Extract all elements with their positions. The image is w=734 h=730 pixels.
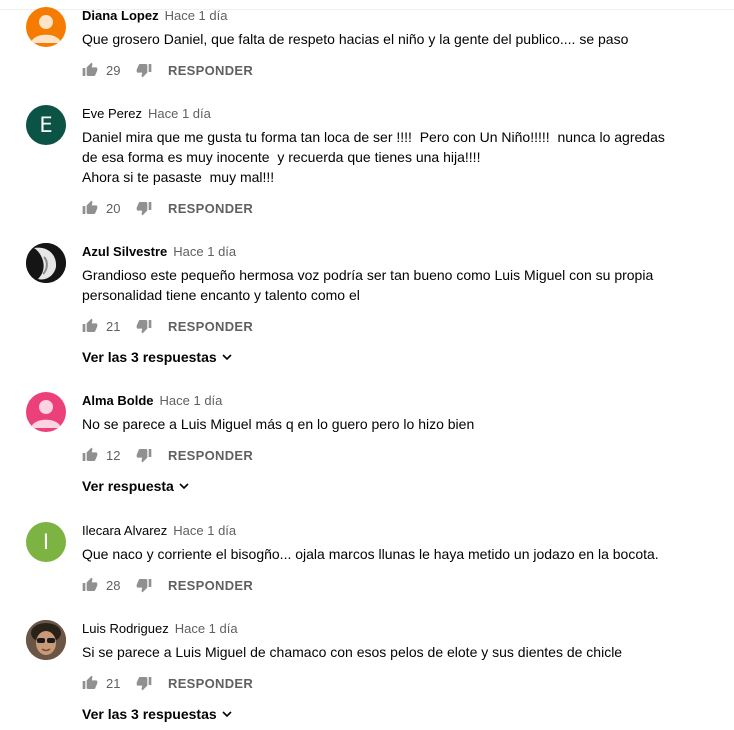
view-replies-button[interactable]: Ver respuesta xyxy=(82,478,190,494)
chevron-down-icon xyxy=(222,354,232,361)
view-replies-button[interactable]: Ver las 3 respuestas xyxy=(82,706,233,722)
comment-line: de esa forma es muy inocente y recuerda … xyxy=(82,149,481,165)
comment-header: Ilecara Alvarez Hace 1 día xyxy=(82,523,236,538)
comment-line: personalidad tiene encanto y talento com… xyxy=(82,287,360,303)
comment-text: No se parece a Luis Miguel más q en lo g… xyxy=(82,416,475,432)
like-count: 20 xyxy=(106,200,121,216)
avatar-letter: I xyxy=(42,530,50,554)
view-replies-label: Ver respuesta xyxy=(82,478,174,494)
reply-button[interactable]: RESPONDER xyxy=(168,448,253,463)
comment-header: Eve Perez Hace 1 día xyxy=(82,106,211,121)
like-count: 12 xyxy=(106,447,121,463)
avatar[interactable] xyxy=(26,620,66,660)
thumb-up-icon[interactable] xyxy=(82,200,98,216)
avatar[interactable] xyxy=(26,7,66,47)
thumb-up-icon[interactable] xyxy=(82,318,98,334)
avatar[interactable]: I xyxy=(26,522,66,562)
comment-header: Diana Lopez Hace 1 día xyxy=(82,8,227,23)
comment-time[interactable]: Hace 1 día xyxy=(175,621,238,636)
reply-button[interactable]: RESPONDER xyxy=(168,676,253,691)
thumb-up-icon[interactable] xyxy=(82,62,98,78)
author-name[interactable]: Eve Perez xyxy=(82,106,142,121)
thumb-down-icon[interactable] xyxy=(136,62,152,78)
comment-line: Ahora si te pasaste muy mal!!! xyxy=(82,169,275,185)
avatar-letter: E xyxy=(39,113,53,137)
thumb-down-icon[interactable] xyxy=(136,675,152,691)
chevron-down-icon xyxy=(222,711,232,718)
thumb-down-icon[interactable] xyxy=(136,577,152,593)
comment-line: Daniel mira que me gusta tu forma tan lo… xyxy=(82,129,665,145)
comment-text: Daniel mira que me gusta tu forma tan lo… xyxy=(82,127,665,187)
comment-actions: 20 RESPONDER xyxy=(82,198,253,218)
like-count: 28 xyxy=(106,577,121,593)
avatar[interactable] xyxy=(26,392,66,432)
author-name[interactable]: Diana Lopez xyxy=(82,8,159,23)
thumb-up-icon[interactable] xyxy=(82,447,98,463)
comment-time[interactable]: Hace 1 día xyxy=(160,393,223,408)
comment-text: Que naco y corriente el bisogño... ojala… xyxy=(82,546,659,562)
comment-actions: 21 RESPONDER xyxy=(82,673,253,693)
comment-actions: 12 RESPONDER xyxy=(82,445,253,465)
comment-time[interactable]: Hace 1 día xyxy=(148,106,211,121)
comment-actions: 29 RESPONDER xyxy=(82,60,253,80)
reply-button[interactable]: RESPONDER xyxy=(168,63,253,78)
comment-text: Grandioso este pequeño hermosa voz podrí… xyxy=(82,265,653,305)
avatar[interactable]: E xyxy=(26,105,66,145)
person-icon xyxy=(31,15,61,43)
view-replies-label: Ver las 3 respuestas xyxy=(82,349,217,365)
comment-actions: 28 RESPONDER xyxy=(82,575,253,595)
profile-photo xyxy=(26,243,66,283)
comment-time[interactable]: Hace 1 día xyxy=(173,523,236,538)
thumb-up-icon[interactable] xyxy=(82,675,98,691)
comment-time[interactable]: Hace 1 día xyxy=(173,244,236,259)
comment-header: Luis Rodriguez Hace 1 día xyxy=(82,621,238,636)
like-count: 21 xyxy=(106,318,121,334)
avatar[interactable] xyxy=(26,243,66,283)
chevron-down-icon xyxy=(179,483,189,490)
author-name[interactable]: Ilecara Alvarez xyxy=(82,523,167,538)
thumb-down-icon[interactable] xyxy=(136,318,152,334)
comment-text: Si se parece a Luis Miguel de chamaco co… xyxy=(82,644,623,660)
thumb-up-icon[interactable] xyxy=(82,577,98,593)
comment-header: Azul Silvestre Hace 1 día xyxy=(82,244,236,259)
person-icon xyxy=(31,400,61,428)
thumb-down-icon[interactable] xyxy=(136,447,152,463)
view-replies-label: Ver las 3 respuestas xyxy=(82,706,217,722)
comment-header: Alma Bolde Hace 1 día xyxy=(82,393,222,408)
like-count: 21 xyxy=(106,675,121,691)
author-name[interactable]: Azul Silvestre xyxy=(82,244,167,259)
like-count: 29 xyxy=(106,62,121,78)
reply-button[interactable]: RESPONDER xyxy=(168,201,253,216)
author-name[interactable]: Alma Bolde xyxy=(82,393,154,408)
reply-button[interactable]: RESPONDER xyxy=(168,319,253,334)
thumb-down-icon[interactable] xyxy=(136,200,152,216)
reply-button[interactable]: RESPONDER xyxy=(168,578,253,593)
comment-time[interactable]: Hace 1 día xyxy=(165,8,228,23)
comment-text: Que grosero Daniel, que falta de respeto… xyxy=(82,31,629,47)
profile-photo xyxy=(26,620,66,660)
comment-actions: 21 RESPONDER xyxy=(82,316,253,336)
view-replies-button[interactable]: Ver las 3 respuestas xyxy=(82,349,233,365)
author-name[interactable]: Luis Rodriguez xyxy=(82,621,169,636)
comment-line: Grandioso este pequeño hermosa voz podrí… xyxy=(82,267,654,283)
